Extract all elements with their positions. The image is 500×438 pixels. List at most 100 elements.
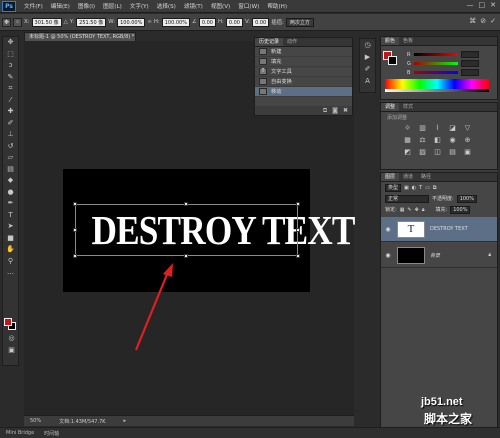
- brightness-icon[interactable]: ☼: [401, 123, 414, 134]
- shape-tool-icon[interactable]: ■: [3, 233, 18, 245]
- transform-handle-t[interactable]: [184, 202, 188, 206]
- warp-icon[interactable]: ⌘: [469, 17, 476, 25]
- tab-history[interactable]: 历史记录: [255, 38, 284, 46]
- width-field[interactable]: 100.00%: [117, 17, 146, 27]
- menu-layer[interactable]: 图层(L): [99, 2, 126, 10]
- black-white-icon[interactable]: ◧: [431, 135, 444, 146]
- tab-swatches[interactable]: 色板: [399, 37, 417, 45]
- status-menu-icon[interactable]: ▸: [124, 418, 127, 424]
- dock-character-icon[interactable]: A: [360, 75, 375, 87]
- filter-smart-icon[interactable]: ⧉: [433, 185, 437, 191]
- menu-select[interactable]: 选择(S): [153, 2, 180, 10]
- screen-mode-icon[interactable]: ▣: [4, 345, 19, 357]
- lock-position-icon[interactable]: ✥: [415, 207, 419, 213]
- eraser-tool-icon[interactable]: ▱: [3, 152, 18, 164]
- threshold-icon[interactable]: ◫: [431, 147, 444, 158]
- type-tool-icon[interactable]: T: [3, 210, 18, 222]
- green-value-field[interactable]: [461, 60, 479, 67]
- filter-shape-icon[interactable]: ▭: [425, 185, 430, 191]
- history-item-fill[interactable]: 填充: [255, 57, 352, 67]
- history-item-new[interactable]: 新建: [255, 47, 352, 57]
- visibility-eye-icon[interactable]: ◉: [384, 226, 392, 233]
- dodge-tool-icon[interactable]: ●: [3, 187, 18, 199]
- dock-brush-icon[interactable]: ✐: [360, 63, 375, 75]
- x-field[interactable]: 301.50 像: [31, 17, 62, 27]
- vibrance-icon[interactable]: ▽: [461, 123, 474, 134]
- posterize-icon[interactable]: ▨: [416, 147, 429, 158]
- filter-type-icon[interactable]: T: [419, 185, 422, 191]
- menu-image[interactable]: 图像(I): [74, 2, 99, 10]
- brush-tool-icon[interactable]: ✐: [3, 118, 18, 130]
- menu-edit[interactable]: 编辑(E): [47, 2, 74, 10]
- mini-bridge-tab[interactable]: Mini Bridge: [6, 430, 34, 436]
- transform-handle-tl[interactable]: [73, 202, 77, 206]
- path-select-tool-icon[interactable]: ➤: [3, 221, 18, 233]
- angle-field[interactable]: 0.00: [198, 17, 216, 27]
- layer-kind-filter[interactable]: 类型: [385, 183, 402, 192]
- levels-icon[interactable]: ▥: [416, 123, 429, 134]
- minimize-button[interactable]: —: [467, 1, 474, 9]
- curves-icon[interactable]: ⌇: [431, 123, 444, 134]
- timeline-tab[interactable]: 时间轴: [44, 430, 59, 437]
- menu-filter[interactable]: 滤镜(T): [180, 2, 207, 10]
- eyedropper-tool-icon[interactable]: ⁄: [3, 95, 18, 107]
- history-item-type-tool[interactable]: T 文字工具: [255, 67, 352, 77]
- quick-select-tool-icon[interactable]: ✎: [3, 72, 18, 84]
- transform-handle-l[interactable]: [73, 228, 77, 232]
- dock-history-icon[interactable]: ◷: [360, 39, 375, 51]
- transform-bounding-box[interactable]: [73, 202, 300, 258]
- lock-transparent-icon[interactable]: ▦: [400, 207, 405, 213]
- color-balance-icon[interactable]: ⚖: [416, 135, 429, 146]
- blue-value-field[interactable]: [461, 69, 479, 76]
- menu-view[interactable]: 视图(V): [207, 2, 234, 10]
- green-slider-row[interactable]: G: [381, 59, 497, 68]
- h-skew-field[interactable]: 0.00: [225, 17, 243, 27]
- snapshot-icon[interactable]: ◙: [332, 106, 338, 115]
- height-field[interactable]: 100.00%: [161, 17, 190, 27]
- filter-pixel-icon[interactable]: ▣: [404, 185, 409, 191]
- healing-tool-icon[interactable]: ✚: [3, 106, 18, 118]
- extra-tools-icon[interactable]: …: [3, 267, 18, 279]
- grayscale-ramp[interactable]: [385, 89, 489, 92]
- zoom-level[interactable]: 50%: [30, 418, 41, 424]
- fill-field[interactable]: 100%: [450, 205, 471, 214]
- v-skew-field[interactable]: 0.00: [252, 17, 270, 27]
- close-button[interactable]: ✕: [490, 1, 496, 9]
- move-tool-icon[interactable]: ✥: [3, 37, 18, 49]
- stamp-tool-icon[interactable]: ⊥: [3, 129, 18, 141]
- link-icon[interactable]: ∞: [147, 19, 152, 25]
- invert-icon[interactable]: ◩: [401, 147, 414, 158]
- tab-adjustments[interactable]: 调整: [381, 103, 400, 111]
- blur-tool-icon[interactable]: ◆: [3, 175, 18, 187]
- document-tab[interactable]: 未标题-1 @ 50% (DESTROY TEXT, RGB/8) *: [24, 32, 136, 41]
- filter-adjust-icon[interactable]: ◐: [412, 185, 416, 191]
- tab-layers[interactable]: 图层: [381, 173, 400, 181]
- red-slider-row[interactable]: R: [381, 50, 497, 59]
- foreground-color-swatch[interactable]: [4, 318, 12, 326]
- hue-saturation-icon[interactable]: ▦: [401, 135, 414, 146]
- transform-handle-r[interactable]: [296, 228, 300, 232]
- tool-preset-icon[interactable]: ✥: [2, 17, 11, 27]
- marquee-tool-icon[interactable]: ⬚: [3, 49, 18, 61]
- tab-styles[interactable]: 样式: [399, 103, 417, 111]
- zoom-tool-icon[interactable]: ⚲: [3, 256, 18, 268]
- red-slider[interactable]: [414, 53, 458, 56]
- y-field[interactable]: 251.50 像: [76, 17, 107, 27]
- menu-help[interactable]: 帮助(H): [263, 2, 291, 10]
- new-document-from-state-icon[interactable]: ⧉: [323, 106, 327, 115]
- dock-actions-icon[interactable]: ▶: [360, 51, 375, 63]
- crop-tool-icon[interactable]: ⌗: [3, 83, 18, 95]
- history-item-move[interactable]: 移动: [255, 87, 352, 97]
- tab-color[interactable]: 颜色: [381, 37, 400, 45]
- green-slider[interactable]: [414, 62, 458, 65]
- menu-file[interactable]: 文件(F): [20, 2, 47, 10]
- selective-color-icon[interactable]: ▣: [461, 147, 474, 158]
- transform-handle-tr[interactable]: [296, 202, 300, 206]
- opacity-field[interactable]: 100%: [456, 194, 477, 203]
- lock-pixels-icon[interactable]: ✎: [407, 207, 411, 213]
- color-bg-swatch[interactable]: [388, 56, 397, 65]
- color-ramp[interactable]: [381, 79, 497, 101]
- reference-point-icon[interactable]: ⁘: [13, 17, 22, 27]
- layer-destroy-text[interactable]: ◉ T DESTROY TEXT: [381, 217, 497, 242]
- delete-state-icon[interactable]: ✖: [343, 106, 348, 115]
